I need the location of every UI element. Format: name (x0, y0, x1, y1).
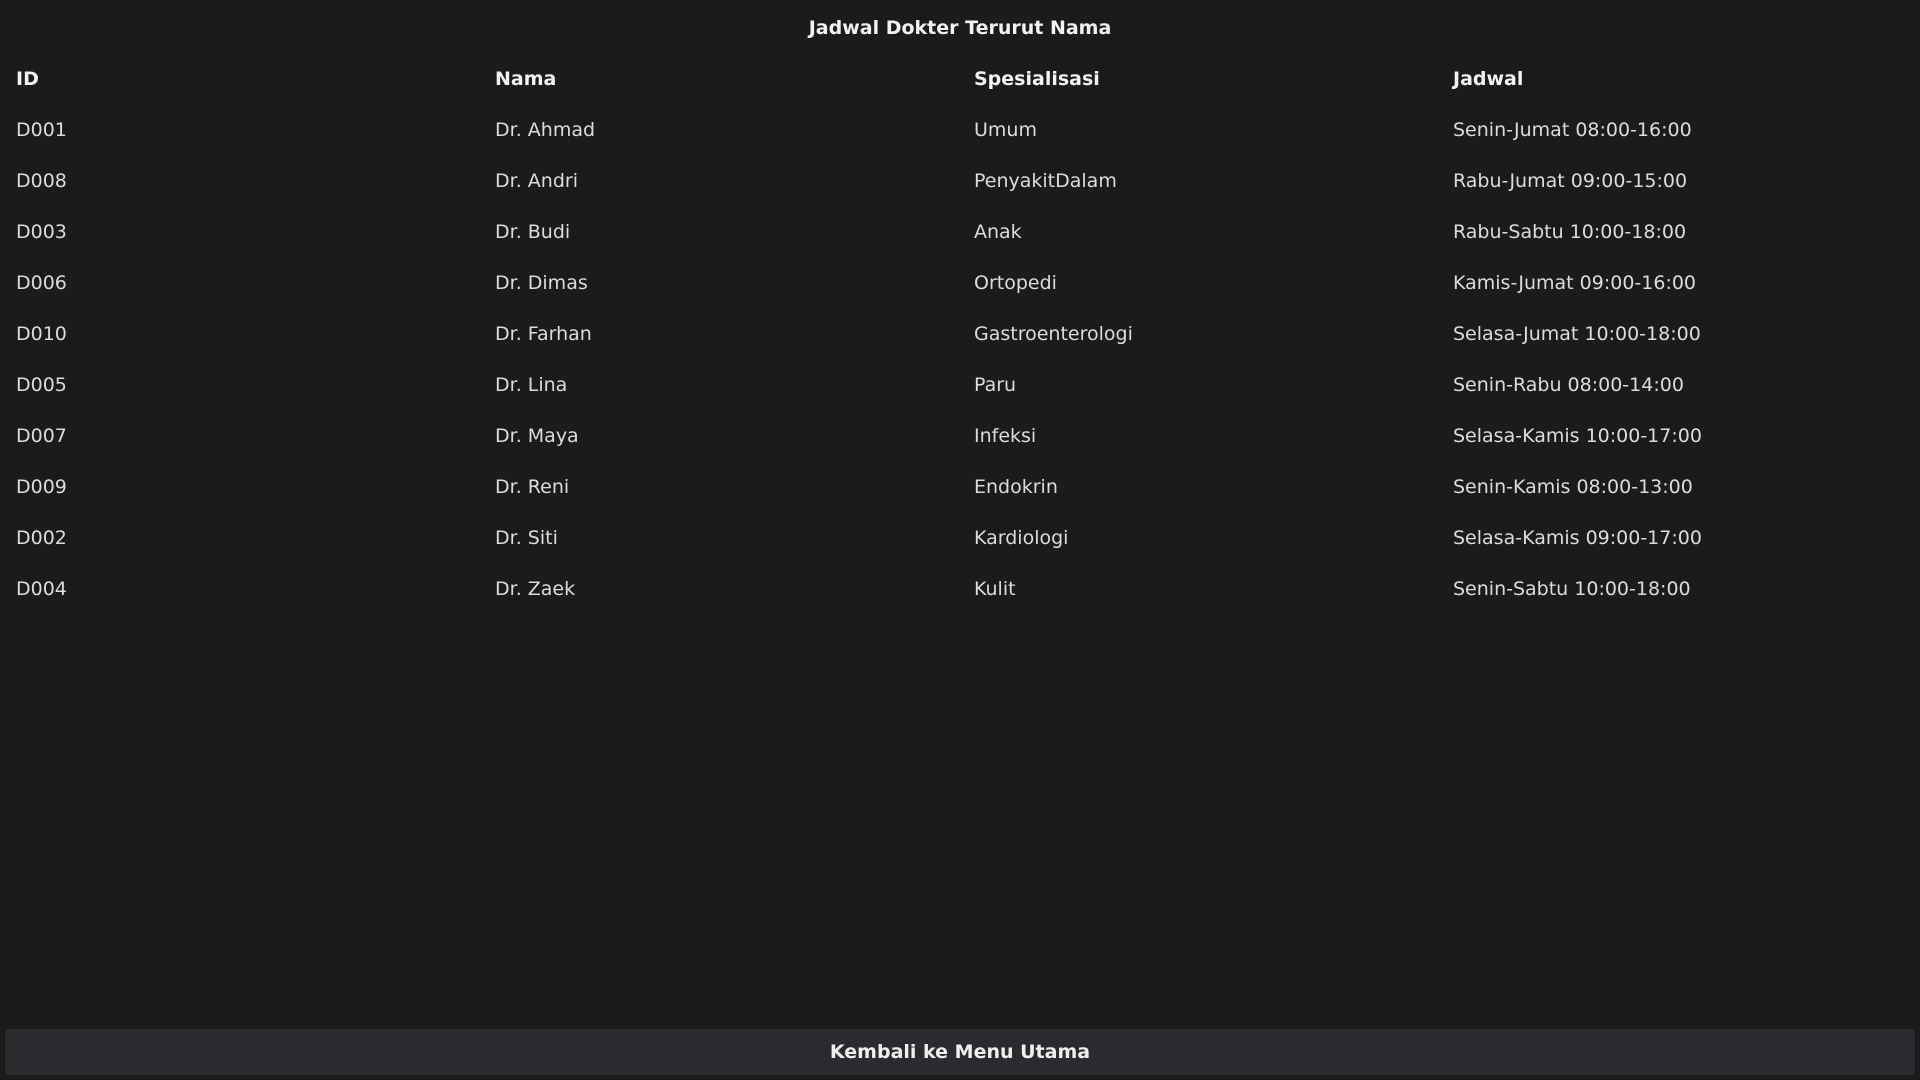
cell-jadwal: Senin-Sabtu 10:00-18:00 (1453, 577, 1691, 600)
cell-nama: Dr. Maya (495, 424, 579, 447)
cell-jadwal: Selasa-Kamis 10:00-17:00 (1453, 424, 1702, 447)
cell-spesialisasi: Kulit (974, 577, 1016, 600)
table-row: D004 Dr. Zaek Kulit Senin-Sabtu 10:00-18… (0, 563, 1920, 614)
cell-nama: Dr. Budi (495, 220, 571, 243)
column-header-nama: Nama (495, 67, 557, 90)
cell-nama: Dr. Farhan (495, 322, 592, 345)
cell-spesialisasi: Paru (974, 373, 1017, 396)
cell-nama: Dr. Siti (495, 526, 558, 549)
cell-nama: Dr. Dimas (495, 271, 588, 294)
cell-jadwal: Rabu-Sabtu 10:00-18:00 (1453, 220, 1687, 243)
cell-id: D006 (16, 271, 67, 294)
table-row: D007 Dr. Maya Infeksi Selasa-Kamis 10:00… (0, 410, 1920, 461)
cell-jadwal: Senin-Kamis 08:00-13:00 (1453, 475, 1693, 498)
table-row: D008 Dr. Andri PenyakitDalam Rabu-Jumat … (0, 155, 1920, 206)
table-row: D003 Dr. Budi Anak Rabu-Sabtu 10:00-18:0… (0, 206, 1920, 257)
cell-jadwal: Senin-Rabu 08:00-14:00 (1453, 373, 1684, 396)
table-row: D005 Dr. Lina Paru Senin-Rabu 08:00-14:0… (0, 359, 1920, 410)
cell-jadwal: Selasa-Jumat 10:00-18:00 (1453, 322, 1701, 345)
column-header-jadwal: Jadwal (1453, 67, 1524, 90)
column-header-id: ID (16, 67, 39, 90)
cell-jadwal: Selasa-Kamis 09:00-17:00 (1453, 526, 1702, 549)
cell-nama: Dr. Zaek (495, 577, 576, 600)
cell-id: D007 (16, 424, 67, 447)
cell-nama: Dr. Ahmad (495, 118, 596, 141)
cell-id: D010 (16, 322, 67, 345)
cell-spesialisasi: Umum (974, 118, 1037, 141)
cell-spesialisasi: Gastroenterologi (974, 322, 1133, 345)
cell-spesialisasi: Anak (974, 220, 1022, 243)
cell-id: D005 (16, 373, 67, 396)
cell-jadwal: Senin-Jumat 08:00-16:00 (1453, 118, 1692, 141)
table-header-row: ID Nama Spesialisasi Jadwal (0, 53, 1920, 104)
cell-jadwal: Kamis-Jumat 09:00-16:00 (1453, 271, 1697, 294)
cell-id: D001 (16, 118, 67, 141)
table-row: D009 Dr. Reni Endokrin Senin-Kamis 08:00… (0, 461, 1920, 512)
cell-id: D004 (16, 577, 67, 600)
cell-nama: Dr. Reni (495, 475, 570, 498)
cell-spesialisasi: PenyakitDalam (974, 169, 1117, 192)
cell-id: D009 (16, 475, 67, 498)
cell-spesialisasi: Endokrin (974, 475, 1058, 498)
cell-nama: Dr. Andri (495, 169, 578, 192)
cell-nama: Dr. Lina (495, 373, 568, 396)
cell-spesialisasi: Ortopedi (974, 271, 1057, 294)
table-row: D010 Dr. Farhan Gastroenterologi Selasa-… (0, 308, 1920, 359)
cell-id: D002 (16, 526, 67, 549)
column-header-spesialisasi: Spesialisasi (974, 67, 1100, 90)
cell-jadwal: Rabu-Jumat 09:00-15:00 (1453, 169, 1688, 192)
cell-id: D003 (16, 220, 67, 243)
cell-id: D008 (16, 169, 67, 192)
page-title: Jadwal Dokter Terurut Nama (808, 17, 1112, 39)
cell-spesialisasi: Infeksi (974, 424, 1037, 447)
doctor-schedule-page: Jadwal Dokter Terurut Nama ID Nama Spesi… (0, 0, 1920, 1080)
back-to-main-menu-button[interactable]: Kembali ke Menu Utama (5, 1029, 1915, 1075)
table-row: D001 Dr. Ahmad Umum Senin-Jumat 08:00-16… (0, 104, 1920, 155)
cell-spesialisasi: Kardiologi (974, 526, 1069, 549)
table-row: D002 Dr. Siti Kardiologi Selasa-Kamis 09… (0, 512, 1920, 563)
doctor-schedule-table: ID Nama Spesialisasi Jadwal D001 Dr. Ahm… (0, 53, 1920, 614)
table-row: D006 Dr. Dimas Ortopedi Kamis-Jumat 09:0… (0, 257, 1920, 308)
